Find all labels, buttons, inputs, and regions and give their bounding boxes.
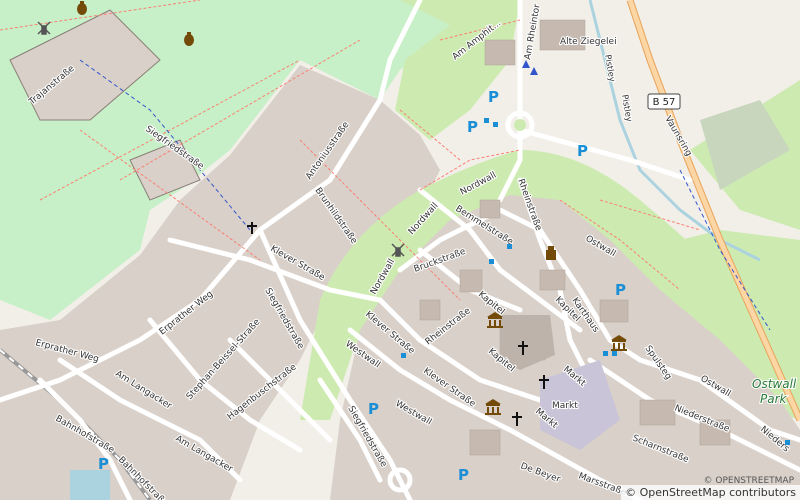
map-canvas: B 57 Alte Ziegelei Am Rheintor Am Amphit… — [0, 0, 800, 500]
svg-text:B 57: B 57 — [653, 97, 676, 108]
parking-icon: P — [615, 281, 626, 299]
map-view[interactable]: B 57 Alte Ziegelei Am Rheintor Am Amphit… — [0, 0, 800, 500]
parking-icon: P — [467, 118, 478, 136]
parking-icon: P — [458, 466, 469, 484]
openstreetmap-link[interactable]: OpenStreetMap — [640, 486, 726, 499]
map-attribution: © OpenStreetMap contributors — [621, 485, 800, 500]
parking-icon: P — [577, 142, 588, 160]
label-ostwall-park-line2: Park — [760, 392, 788, 406]
parking-icon: P — [98, 455, 109, 473]
attribution-suffix: contributors — [725, 486, 796, 499]
label-ostwall-park-line1: Ostwall — [752, 377, 797, 391]
road-shield-b57: B 57 — [647, 93, 681, 110]
watermark: © OPENSTREETMAP — [703, 476, 794, 486]
label-alte-ziegelei: Alte Ziegelei — [560, 37, 617, 47]
label-markt-center: Markt — [552, 401, 578, 411]
parking-icon: P — [488, 88, 499, 106]
parking-icon: P — [368, 400, 379, 418]
attribution-prefix: © — [625, 486, 640, 499]
roundabout-center — [514, 119, 526, 131]
pond — [70, 470, 110, 500]
